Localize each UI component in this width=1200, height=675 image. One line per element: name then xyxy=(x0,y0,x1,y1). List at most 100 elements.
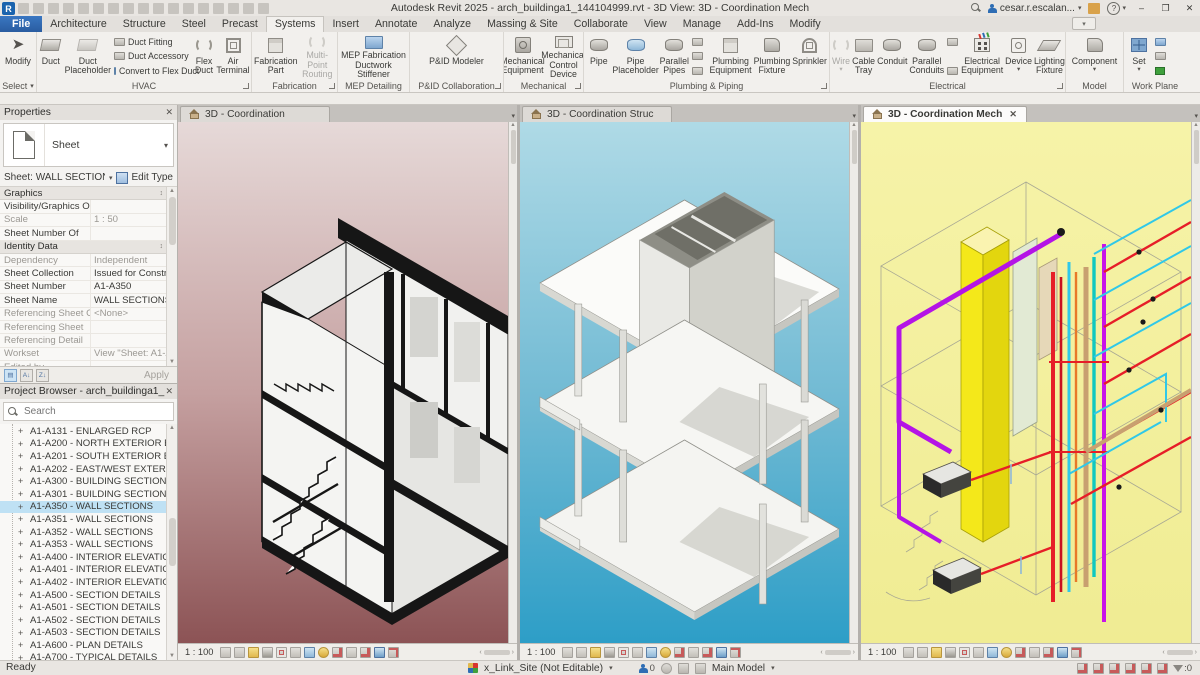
restore-button[interactable]: ❐ xyxy=(1157,2,1174,15)
worksharing-display-icon[interactable] xyxy=(332,646,344,658)
apply-button[interactable]: Apply xyxy=(144,370,173,381)
chevron-down-icon[interactable]: ▾ xyxy=(609,664,613,672)
duct-fitting-button[interactable]: Duct Fitting xyxy=(114,35,190,48)
vertical-scrollbar[interactable]: ▲ xyxy=(1191,122,1200,643)
canvas-coordination[interactable] xyxy=(178,122,508,643)
property-row[interactable]: Sheet Number Of xyxy=(0,227,177,241)
parallel-pipes-button[interactable]: Parallel Pipes xyxy=(659,33,690,79)
property-row[interactable]: Referencing Sheet xyxy=(0,320,177,335)
ribbon-tab[interactable]: File xyxy=(0,16,43,32)
mechanical-equipment-button[interactable]: Mechanical Equipment xyxy=(504,33,545,79)
scrollbar-thumb[interactable] xyxy=(168,518,176,566)
view-tab-coordination[interactable]: 3D - Coordination xyxy=(180,106,330,122)
plumbing-equipment-button[interactable]: Plumbing Equipment xyxy=(709,33,753,79)
sheet-tree-item[interactable]: + A1-A353 - WALL SECTIONS xyxy=(0,538,177,551)
minimize-button[interactable]: – xyxy=(1133,2,1150,15)
vertical-scrollbar[interactable]: ▲ xyxy=(508,122,517,643)
show-work-plane-button[interactable] xyxy=(1155,35,1173,48)
pid-modeler-button[interactable]: P&ID Modeler xyxy=(426,33,488,79)
sheet-tree-item[interactable]: + A1-A351 - WALL SECTIONS xyxy=(0,513,177,526)
redo-icon[interactable] xyxy=(93,3,104,14)
lighting-fixture-button[interactable]: Lighting Fixture xyxy=(1033,33,1065,79)
mep-fabrication-ductwork-stiffener-button[interactable]: MEP Fabrication Ductwork Stiffener xyxy=(339,33,408,79)
sheet-tree-item[interactable]: + A1-A501 - SECTION DETAILS xyxy=(0,601,177,614)
expand-icon[interactable]: + xyxy=(18,615,27,625)
property-row[interactable]: Sheet Name WALL SECTIONSWALL SECTIONS xyxy=(0,294,177,308)
property-row[interactable]: Referencing Sheet C... <None><None> xyxy=(0,307,177,321)
dialog-launcher-icon[interactable] xyxy=(495,83,501,89)
convert-to-flex-duct-button[interactable]: Convert to Flex Duct xyxy=(114,64,199,77)
close-button[interactable]: ✕ xyxy=(1181,2,1198,15)
scale-button[interactable]: 1 : 100 xyxy=(864,647,900,657)
expand-icon[interactable]: + xyxy=(18,640,27,650)
browser-scrollbar[interactable]: ▲ ▼ xyxy=(166,424,177,660)
displacement-sets-icon[interactable] xyxy=(1057,646,1069,658)
ribbon-tab[interactable]: Annotate xyxy=(367,16,425,32)
component-button[interactable]: Component ▾ xyxy=(1068,33,1122,79)
pipe-accessory-button[interactable] xyxy=(691,50,707,63)
scale-button[interactable]: 1 : 100 xyxy=(523,647,559,657)
canvas-coordination-mech[interactable] xyxy=(861,122,1191,643)
property-row[interactable]: Referencing Detail xyxy=(0,334,177,348)
save-icon[interactable] xyxy=(48,3,59,14)
select-pinned-elements-icon[interactable] xyxy=(1109,662,1121,674)
aligned-dimension-icon[interactable] xyxy=(153,3,164,14)
expand-icon[interactable]: + xyxy=(18,502,27,512)
detail-level-icon[interactable] xyxy=(220,646,232,658)
tag-by-category-icon[interactable] xyxy=(213,3,224,14)
design-options-icon[interactable] xyxy=(694,662,706,674)
temporary-view-properties-icon[interactable] xyxy=(346,646,358,658)
worksharing-icon[interactable] xyxy=(660,662,672,674)
close-icon[interactable]: ✕ xyxy=(165,107,173,118)
expand-icon[interactable]: + xyxy=(18,590,27,600)
reveal-constraints-icon[interactable] xyxy=(730,646,742,658)
reveal-constraints-icon[interactable] xyxy=(1071,646,1083,658)
sheet-tree-item[interactable]: + A1-A201 - SOUTH EXTERIOR ELEVATION xyxy=(0,450,177,463)
properties-help-icon[interactable]: ▤ xyxy=(4,368,17,382)
pipe-button[interactable]: Pipe xyxy=(585,33,613,79)
tab-overflow-icon[interactable]: ▾ xyxy=(1194,112,1198,120)
dialog-launcher-icon[interactable] xyxy=(329,83,335,89)
expand-icon[interactable]: + xyxy=(18,577,27,587)
electrical-equipment-button[interactable]: Electrical Equipment xyxy=(960,33,1004,79)
properties-header[interactable]: Properties ✕ xyxy=(0,105,177,120)
ribbon-tab[interactable]: Massing & Site xyxy=(479,16,566,32)
visual-style-icon[interactable] xyxy=(576,646,588,658)
sheet-tree-item[interactable]: + A1-A402 - INTERIOR ELEVATIONS xyxy=(0,576,177,589)
thin-lines-icon[interactable] xyxy=(228,3,239,14)
cable-tray-button[interactable]: Cable Tray xyxy=(851,33,876,79)
type-selector[interactable]: Sheet ▾ xyxy=(3,123,174,167)
account-menu[interactable]: cesar.r.escalan... ▾ xyxy=(987,3,1081,14)
scroll-up-icon[interactable]: ▲ xyxy=(169,188,175,194)
active-link-dropdown[interactable]: x_Link_Site (Not Editable) xyxy=(484,663,603,674)
sheet-tree-item[interactable]: + A1-A503 - SECTION DETAILS xyxy=(0,627,177,640)
scroll-down-icon[interactable]: ▼ xyxy=(169,359,175,365)
reveal-hidden-icon[interactable] xyxy=(1001,646,1013,658)
scroll-up-icon[interactable]: ▲ xyxy=(169,425,175,431)
property-row[interactable]: Graphics xyxy=(0,187,177,201)
ribbon-tab[interactable]: Precast xyxy=(214,16,266,32)
mechanical-control-device-button[interactable]: Mechanical Control Device xyxy=(541,33,583,79)
ribbon-tab[interactable]: Systems xyxy=(265,16,325,32)
visual-style-icon[interactable] xyxy=(917,646,929,658)
sheet-tree-item[interactable]: + A1-A401 - INTERIOR ELEVATIONS xyxy=(0,564,177,577)
expand-icon[interactable]: + xyxy=(18,489,27,499)
shadows-icon[interactable] xyxy=(604,646,616,658)
property-row[interactable]: Workset View "Sheet: A1-A350...View "She… xyxy=(0,347,177,362)
property-row[interactable]: Visibility/Graphics O... Edit...Edit... xyxy=(0,200,177,214)
detail-level-icon[interactable] xyxy=(903,646,915,658)
expand-icon[interactable]: + xyxy=(18,476,27,486)
duct-accessory-button[interactable]: Duct Accessory xyxy=(114,50,190,63)
ribbon-display-toggle[interactable]: ▾ xyxy=(1066,17,1096,32)
canvas-coordination-struc[interactable] xyxy=(520,122,849,643)
property-row[interactable]: Identity Data xyxy=(0,240,177,254)
sort-ascending-icon[interactable]: A↓ xyxy=(20,368,33,382)
property-row[interactable]: Edited by xyxy=(0,361,177,366)
app-store-icon[interactable] xyxy=(1088,2,1101,14)
sheet-tree-item[interactable]: + A1-A500 - SECTION DETAILS xyxy=(0,589,177,602)
select-underlay-elements-icon[interactable] xyxy=(1093,662,1105,674)
help-menu[interactable]: ? ▾ xyxy=(1107,1,1126,15)
ribbon-tab[interactable]: Modify xyxy=(782,16,829,32)
ref-plane-button[interactable] xyxy=(1155,50,1173,63)
search-icon[interactable] xyxy=(970,3,981,13)
